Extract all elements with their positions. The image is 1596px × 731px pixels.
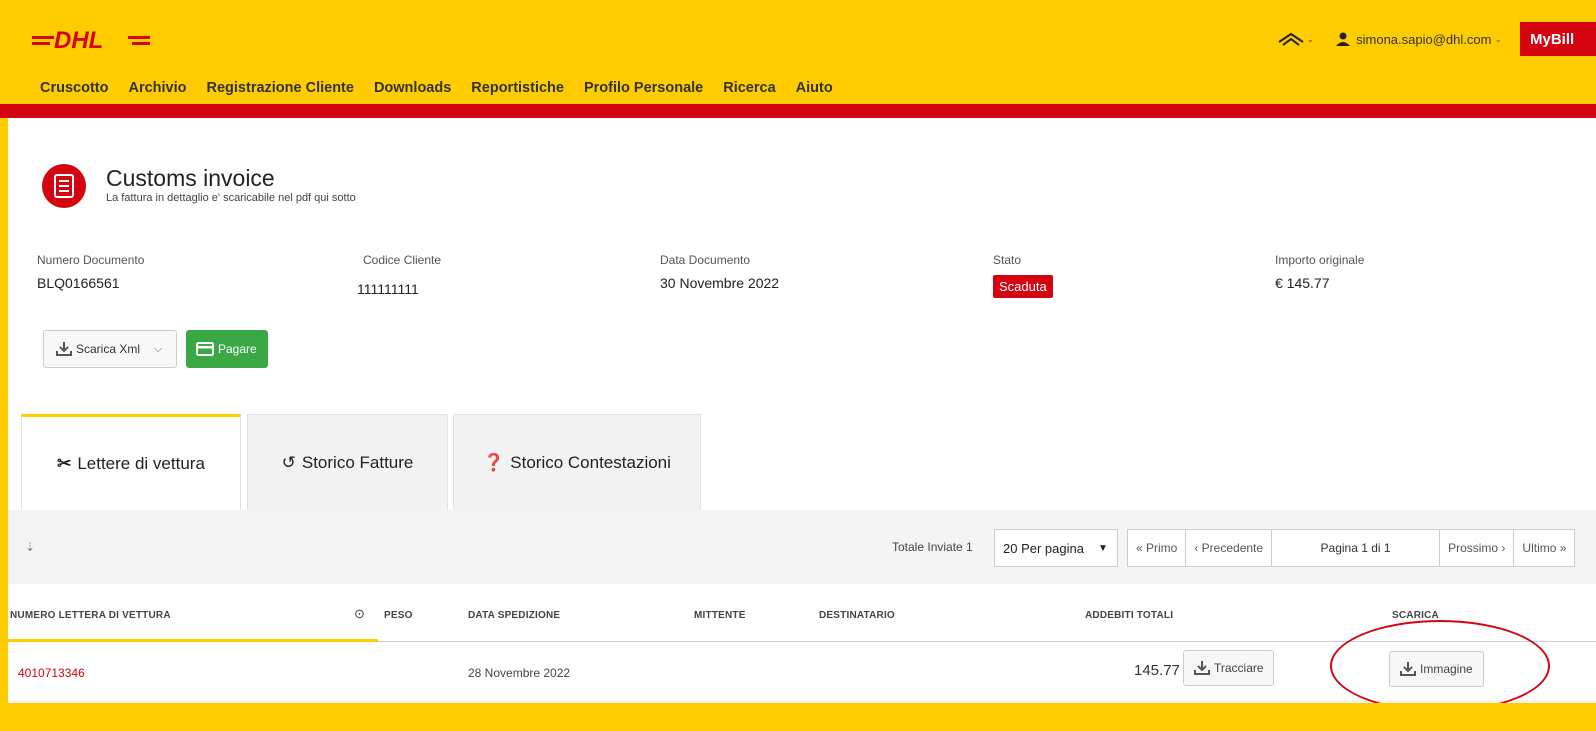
- pagare-label: Pagare: [218, 342, 257, 356]
- tab-storico-contestazioni[interactable]: ❓ Storico Contestazioni: [453, 414, 701, 510]
- nav-reportistiche[interactable]: Reportistiche: [471, 80, 564, 96]
- left-edge: [0, 118, 8, 731]
- chevron-down-icon: ⌄: [1494, 33, 1502, 44]
- field-value: 30 Novembre 2022: [660, 275, 780, 291]
- user-email: simona.sapio@dhl.com: [1356, 31, 1492, 47]
- tracciare-button[interactable]: Tracciare: [1183, 650, 1274, 686]
- field-value: BLQ0166561: [37, 275, 120, 291]
- field-importo: Importo originale € 145.77: [1275, 253, 1364, 291]
- language-switch[interactable]: ⌄: [1278, 31, 1315, 47]
- pagination: « Primo ‹ Precedente Pagina 1 di 1 Pross…: [1127, 529, 1576, 567]
- tracciare-label: Tracciare: [1214, 661, 1264, 675]
- field-label: Data Documento: [660, 253, 751, 267]
- table-header: NUMERO LETTERA DI VETTURA ⊙ PESO DATA SP…: [8, 584, 1596, 642]
- question-icon: ❓: [483, 452, 505, 472]
- chevron-down-icon: ⌄: [1306, 33, 1315, 44]
- wings-icon: [1278, 32, 1304, 46]
- nav-cruscotto[interactable]: Cruscotto: [40, 80, 108, 96]
- col-data-spedizione[interactable]: DATA SPEDIZIONE: [468, 610, 560, 621]
- col-numero-lettera[interactable]: NUMERO LETTERA DI VETTURA: [10, 610, 171, 621]
- tab-label: Lettere di vettura: [77, 453, 205, 473]
- nav-ricerca[interactable]: Ricerca: [723, 80, 775, 96]
- page-title: Customs invoice: [106, 165, 275, 191]
- field-data-documento: Data Documento 30 Novembre 2022: [660, 253, 779, 291]
- nav-profilo-personale[interactable]: Profilo Personale: [584, 80, 703, 96]
- field-codice-cliente: Codice Cliente 111111111: [357, 253, 441, 297]
- scissors-icon: ✂: [57, 453, 72, 473]
- download-icon: [56, 342, 72, 356]
- header-red-bar: [0, 104, 1596, 118]
- per-page-select[interactable]: 20 Per pagina ▼: [994, 529, 1118, 567]
- credit-card-icon: [196, 342, 214, 356]
- highlight-annotation: [1330, 620, 1550, 712]
- user-menu[interactable]: simona.sapio@dhl.com ⌄: [1336, 32, 1502, 47]
- field-label: Codice Cliente: [363, 253, 442, 267]
- pager-first[interactable]: « Primo: [1128, 530, 1187, 566]
- per-page-value: 20 Per pagina: [1003, 540, 1084, 556]
- row-amount: 145.77: [1134, 662, 1180, 679]
- page-subtitle: La fattura in dettaglio e' scaricabile n…: [106, 192, 356, 204]
- nav-registrazione-cliente[interactable]: Registrazione Cliente: [207, 80, 354, 96]
- footer-bar: [0, 703, 1596, 731]
- user-icon: [1336, 32, 1351, 46]
- history-icon: ↺: [281, 452, 296, 472]
- field-label: Numero Documento: [37, 253, 145, 267]
- nav-downloads[interactable]: Downloads: [374, 80, 451, 96]
- tab-label: Storico Contestazioni: [510, 452, 671, 472]
- download-icon: [1194, 661, 1210, 675]
- document-icon: [42, 164, 86, 208]
- svg-text:DHL: DHL: [54, 27, 103, 54]
- field-stato: Stato Scaduta: [993, 253, 1053, 298]
- col-peso[interactable]: PESO: [384, 610, 413, 621]
- field-numero-documento: Numero Documento BLQ0166561: [37, 253, 144, 291]
- col-mittente[interactable]: MITTENTE: [694, 610, 746, 621]
- nav-archivio[interactable]: Archivio: [128, 80, 186, 96]
- mybill-button[interactable]: MyBill: [1520, 22, 1596, 56]
- chevron-down-icon: ▼: [1097, 542, 1108, 554]
- pager-last[interactable]: Ultimo »: [1514, 530, 1574, 566]
- scarica-xml-button[interactable]: Scarica Xml ⌵: [43, 330, 177, 368]
- field-value: € 145.77: [1275, 275, 1330, 291]
- tab-label: Storico Fatture: [301, 452, 414, 472]
- col-addebiti-totali[interactable]: ADDEBITI TOTALI: [1085, 610, 1173, 621]
- row-date: 28 Novembre 2022: [468, 666, 571, 680]
- col-destinatario[interactable]: DESTINATARIO: [819, 610, 895, 621]
- tab-lettere-di-vettura[interactable]: ✂ Lettere di vettura: [21, 414, 241, 510]
- main-nav: Cruscotto Archivio Registrazione Cliente…: [40, 80, 853, 96]
- field-label: Stato: [993, 253, 1022, 267]
- field-label: Importo originale: [1275, 253, 1365, 267]
- field-value: 111111111: [357, 281, 419, 297]
- header-utilities: ⌄ simona.sapio@dhl.com ⌄ MyBill: [1278, 22, 1596, 56]
- tab-storico-fatture[interactable]: ↺ Storico Fatture: [247, 414, 448, 510]
- chevron-down-icon: ⌵: [154, 342, 163, 355]
- status-badge: Scaduta: [993, 275, 1053, 298]
- pager-current: Pagina 1 di 1: [1272, 530, 1441, 566]
- pagare-button[interactable]: Pagare: [186, 330, 268, 368]
- awb-link[interactable]: 4010713346: [18, 666, 85, 680]
- header: DHL ⌄ simona.sapio@dhl.com ⌄ MyBill Crus…: [0, 0, 1596, 104]
- pager-prev[interactable]: ‹ Precedente: [1186, 530, 1273, 566]
- column-options-icon[interactable]: ⊙: [354, 606, 365, 622]
- scarica-xml-label: Scarica Xml: [76, 342, 141, 356]
- totale-inviate: Totale Inviate 1: [892, 540, 973, 554]
- dhl-logo[interactable]: DHL: [32, 26, 150, 54]
- sort-icon[interactable]: ⇣: [25, 540, 35, 554]
- pager-next[interactable]: Prossimo ›: [1440, 530, 1515, 566]
- nav-aiuto[interactable]: Aiuto: [796, 80, 833, 96]
